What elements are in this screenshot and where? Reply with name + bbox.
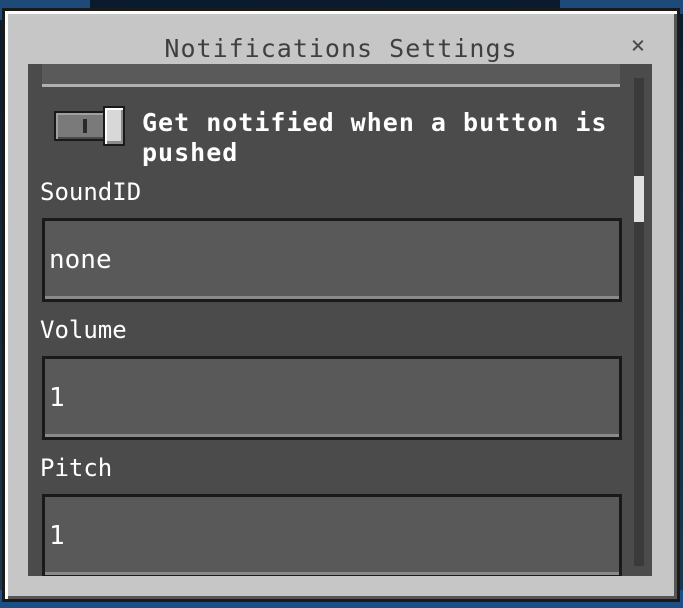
scrollbar-track[interactable] xyxy=(634,78,644,566)
toggle-knob xyxy=(103,106,125,146)
volume-input[interactable]: 1 xyxy=(42,356,622,440)
pitch-input[interactable]: 1 xyxy=(42,494,622,576)
toggle-off-mark xyxy=(83,119,87,133)
dialog-title: Notifications Settings xyxy=(164,34,518,63)
soundid-input[interactable]: none xyxy=(42,218,622,302)
close-icon[interactable]: × xyxy=(624,31,652,59)
soundid-label: SoundID xyxy=(40,178,142,206)
notify-toggle[interactable] xyxy=(54,106,126,148)
toggle-track xyxy=(54,111,110,141)
scrollbar-thumb[interactable] xyxy=(634,176,644,222)
notify-toggle-label: Get notified when a button is pushed xyxy=(142,108,608,167)
volume-label: Volume xyxy=(40,316,127,344)
panel-top-edge xyxy=(42,64,620,87)
pitch-label: Pitch xyxy=(40,454,113,482)
game-background: Notifications Settings × Get notified wh… xyxy=(0,0,683,608)
settings-panel[interactable]: Get notified when a button is pushed Sou… xyxy=(28,64,652,576)
